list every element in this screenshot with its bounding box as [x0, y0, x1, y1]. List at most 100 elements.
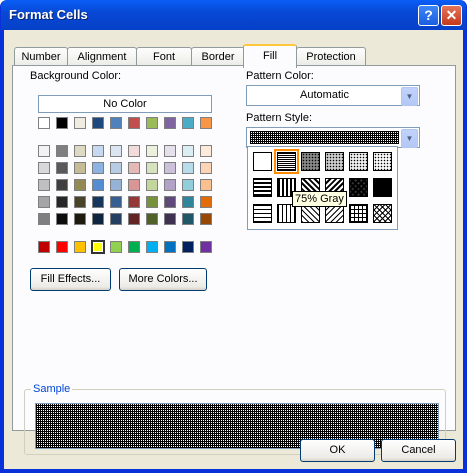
- color-swatch[interactable]: [182, 241, 194, 253]
- color-swatch[interactable]: [56, 179, 68, 191]
- pattern-option[interactable]: [253, 204, 272, 223]
- color-swatch[interactable]: [38, 162, 50, 174]
- color-swatch[interactable]: [38, 213, 50, 225]
- pattern-option[interactable]: [373, 152, 392, 171]
- color-swatch[interactable]: [92, 145, 104, 157]
- color-swatch[interactable]: [74, 241, 86, 253]
- color-swatch[interactable]: [164, 162, 176, 174]
- color-swatch[interactable]: [110, 241, 122, 253]
- color-swatch[interactable]: [91, 240, 105, 254]
- close-button[interactable]: ✕: [441, 5, 462, 26]
- color-swatch[interactable]: [92, 196, 104, 208]
- ok-button[interactable]: OK: [300, 439, 375, 462]
- color-swatch[interactable]: [128, 196, 140, 208]
- no-color-button[interactable]: No Color: [38, 95, 212, 113]
- color-swatch[interactable]: [38, 179, 50, 191]
- color-swatch[interactable]: [128, 162, 140, 174]
- color-swatch[interactable]: [182, 179, 194, 191]
- pattern-option[interactable]: [373, 204, 392, 223]
- color-swatch[interactable]: [74, 117, 86, 129]
- color-swatch[interactable]: [146, 241, 158, 253]
- color-swatch[interactable]: [164, 241, 176, 253]
- color-swatch[interactable]: [146, 162, 158, 174]
- color-swatch[interactable]: [164, 179, 176, 191]
- color-swatch[interactable]: [38, 117, 50, 129]
- color-swatch[interactable]: [182, 117, 194, 129]
- color-swatch[interactable]: [200, 241, 212, 253]
- chevron-down-icon[interactable]: ▼: [401, 129, 418, 148]
- color-swatch[interactable]: [38, 196, 50, 208]
- color-swatch[interactable]: [182, 162, 194, 174]
- pattern-option[interactable]: [349, 178, 368, 197]
- tab-fill[interactable]: Fill: [243, 44, 297, 68]
- color-swatch[interactable]: [128, 117, 140, 129]
- color-swatch[interactable]: [146, 117, 158, 129]
- color-swatch[interactable]: [164, 213, 176, 225]
- color-swatch[interactable]: [164, 145, 176, 157]
- color-swatch[interactable]: [74, 196, 86, 208]
- color-swatch[interactable]: [146, 145, 158, 157]
- cancel-button[interactable]: Cancel: [381, 439, 456, 462]
- color-swatch[interactable]: [92, 179, 104, 191]
- color-swatch[interactable]: [200, 196, 212, 208]
- color-swatch[interactable]: [56, 196, 68, 208]
- color-swatch[interactable]: [200, 213, 212, 225]
- color-swatch[interactable]: [74, 179, 86, 191]
- tab-protection[interactable]: Protection: [296, 47, 366, 66]
- help-button[interactable]: ?: [418, 5, 439, 26]
- pattern-option[interactable]: [274, 149, 299, 174]
- color-swatch[interactable]: [56, 145, 68, 157]
- color-swatch[interactable]: [200, 179, 212, 191]
- color-swatch[interactable]: [110, 145, 122, 157]
- pattern-option[interactable]: [253, 178, 272, 197]
- color-swatch[interactable]: [92, 117, 104, 129]
- color-swatch[interactable]: [110, 179, 122, 191]
- color-swatch[interactable]: [74, 162, 86, 174]
- color-swatch[interactable]: [146, 213, 158, 225]
- pattern-option[interactable]: [349, 152, 368, 171]
- pattern-style-dropdown[interactable]: ▼: [246, 127, 420, 148]
- color-swatch[interactable]: [56, 117, 68, 129]
- color-swatch[interactable]: [200, 145, 212, 157]
- color-swatch[interactable]: [74, 213, 86, 225]
- color-swatch[interactable]: [164, 196, 176, 208]
- color-swatch[interactable]: [128, 241, 140, 253]
- color-swatch[interactable]: [56, 213, 68, 225]
- color-swatch[interactable]: [56, 241, 68, 253]
- color-swatch[interactable]: [110, 213, 122, 225]
- color-swatch[interactable]: [128, 145, 140, 157]
- pattern-option[interactable]: [301, 152, 320, 171]
- color-swatch[interactable]: [182, 196, 194, 208]
- tab-alignment[interactable]: Alignment: [67, 47, 137, 66]
- color-swatch[interactable]: [146, 179, 158, 191]
- color-swatch[interactable]: [110, 162, 122, 174]
- title-bar[interactable]: Format Cells ? ✕: [1, 0, 466, 30]
- color-swatch[interactable]: [56, 162, 68, 174]
- color-swatch[interactable]: [110, 196, 122, 208]
- pattern-color-dropdown[interactable]: Automatic ▼: [246, 85, 420, 106]
- color-swatch[interactable]: [182, 145, 194, 157]
- color-swatch[interactable]: [74, 145, 86, 157]
- color-swatch[interactable]: [92, 162, 104, 174]
- color-swatch[interactable]: [146, 196, 158, 208]
- tab-number[interactable]: Number: [14, 47, 68, 66]
- color-swatch[interactable]: [182, 213, 194, 225]
- color-swatch[interactable]: [128, 213, 140, 225]
- color-swatch[interactable]: [164, 117, 176, 129]
- tab-border[interactable]: Border: [191, 47, 245, 66]
- fill-effects-button[interactable]: Fill Effects...: [30, 268, 111, 291]
- color-swatch[interactable]: [110, 117, 122, 129]
- color-swatch[interactable]: [38, 241, 50, 253]
- color-swatch[interactable]: [92, 213, 104, 225]
- color-swatch[interactable]: [38, 145, 50, 157]
- more-colors-button[interactable]: More Colors...: [119, 268, 207, 291]
- pattern-option[interactable]: [325, 152, 344, 171]
- color-swatch[interactable]: [200, 162, 212, 174]
- color-swatch[interactable]: [200, 117, 212, 129]
- pattern-option[interactable]: [253, 152, 272, 171]
- tab-font[interactable]: Font: [136, 47, 192, 66]
- pattern-option[interactable]: [349, 204, 368, 223]
- chevron-down-icon[interactable]: ▼: [401, 87, 418, 106]
- color-swatch[interactable]: [128, 179, 140, 191]
- pattern-option[interactable]: [373, 178, 392, 197]
